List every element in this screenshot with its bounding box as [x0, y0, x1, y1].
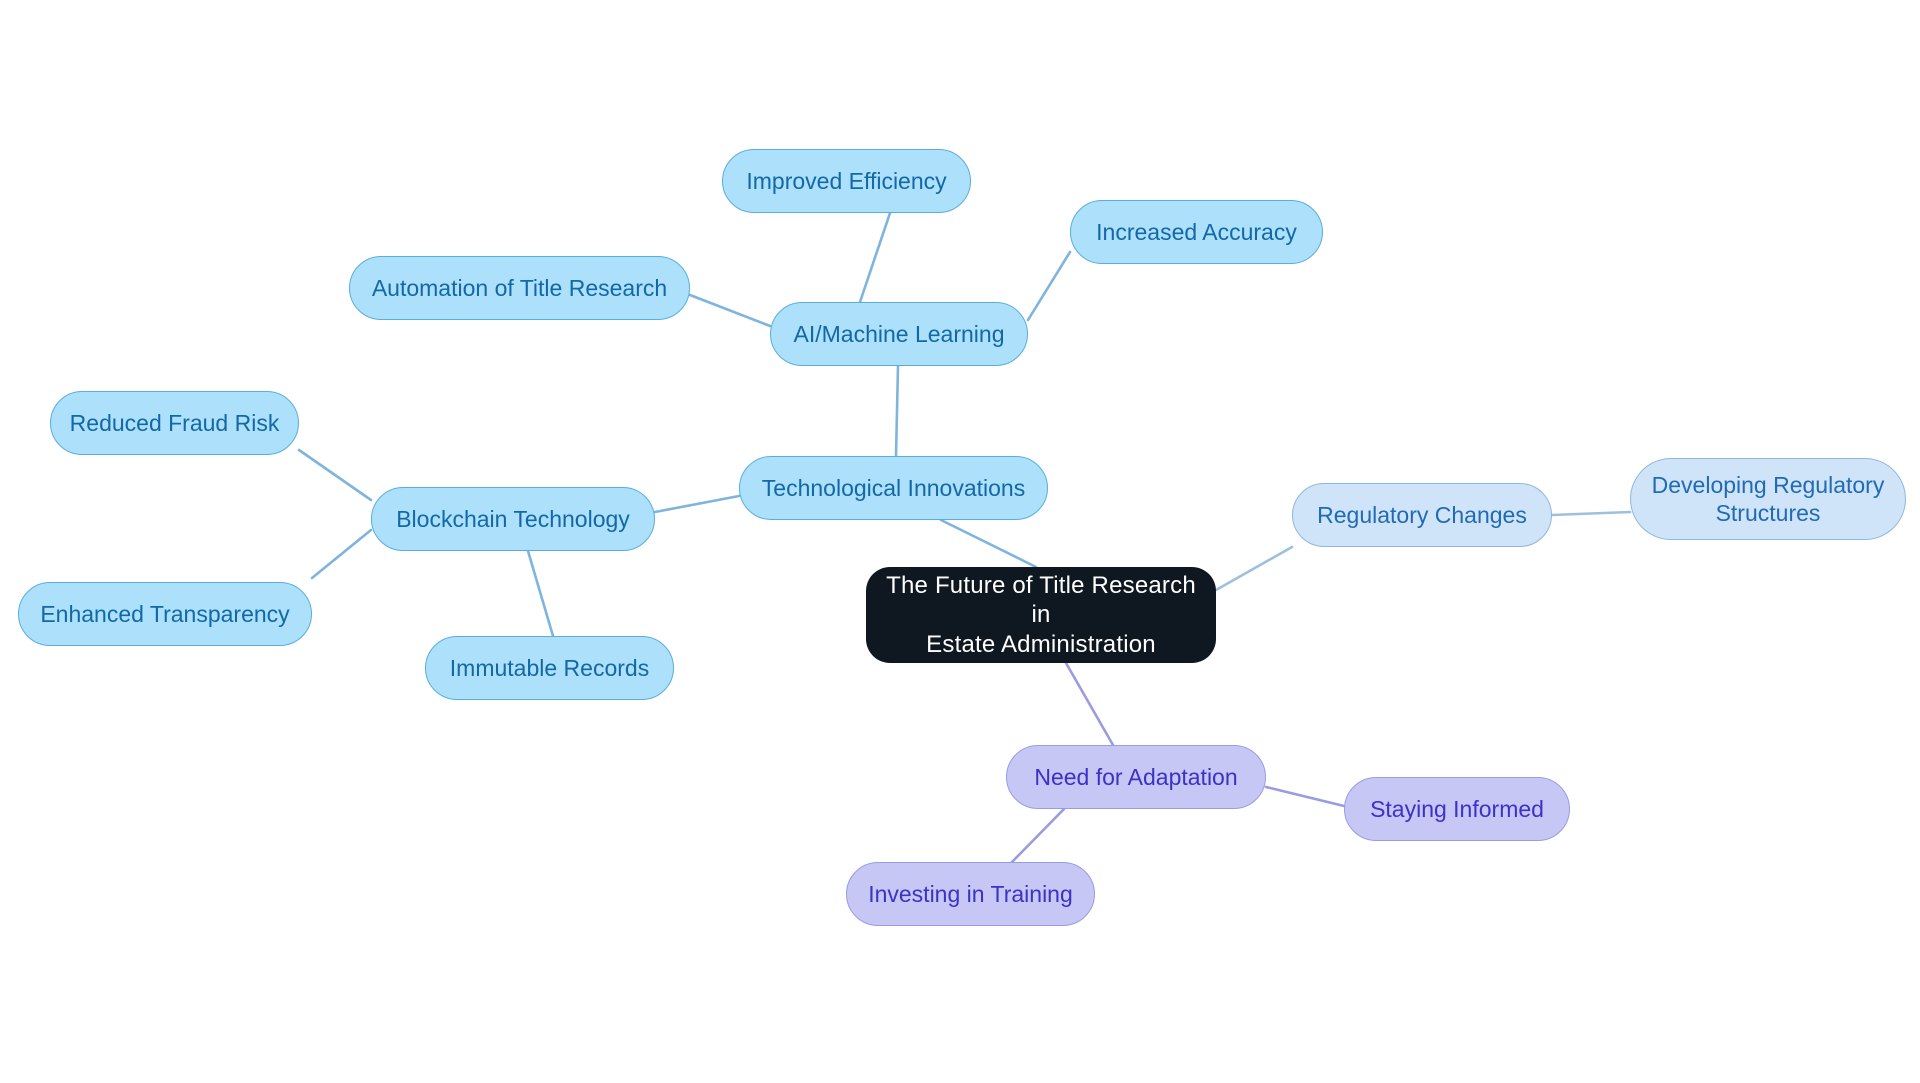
edge-aiml-to-increased_accuracy	[1026, 250, 1072, 322]
edge-root-to-tech	[939, 518, 1038, 569]
mindmap-node-enhanced-transparency[interactable]: Enhanced Transparency	[18, 582, 312, 646]
mindmap-node-blockchain[interactable]: Blockchain Technology	[371, 487, 655, 551]
edge-aiml-to-improved_efficiency	[858, 211, 892, 304]
mindmap-node-staying-informed[interactable]: Staying Informed	[1344, 777, 1570, 841]
mindmap-node-root[interactable]: The Future of Title Research in Estate A…	[866, 567, 1216, 663]
mindmap-node-improved-efficiency[interactable]: Improved Efficiency	[722, 149, 971, 213]
edge-tech-to-aiml	[894, 364, 900, 458]
edge-aiml-to-automation	[688, 293, 772, 328]
edge-root-to-regulatory	[1214, 545, 1294, 592]
mindmap-node-tech[interactable]: Technological Innovations	[739, 456, 1048, 520]
mindmap-node-immutable-records[interactable]: Immutable Records	[425, 636, 674, 700]
mindmap-node-adaptation[interactable]: Need for Adaptation	[1006, 745, 1266, 809]
edge-adaptation-to-investing_training	[1010, 807, 1066, 864]
mindmap-node-increased-accuracy[interactable]: Increased Accuracy	[1070, 200, 1323, 264]
mindmap-node-aiml[interactable]: AI/Machine Learning	[770, 302, 1028, 366]
mindmap-node-reduced-fraud[interactable]: Reduced Fraud Risk	[50, 391, 299, 455]
edge-root-to-adaptation	[1064, 661, 1115, 747]
mindmap-node-investing-training[interactable]: Investing in Training	[846, 862, 1095, 926]
edge-adaptation-to-staying_informed	[1264, 785, 1346, 808]
edge-blockchain-to-enhanced_transparency	[310, 528, 373, 580]
edge-blockchain-to-reduced_fraud	[297, 448, 373, 502]
mindmap-node-regulatory[interactable]: Regulatory Changes	[1292, 483, 1552, 547]
mindmap-node-dev-regulatory[interactable]: Developing Regulatory Structures	[1630, 458, 1906, 540]
edge-blockchain-to-immutable_records	[526, 549, 555, 638]
mindmap-canvas: The Future of Title Research in Estate A…	[0, 0, 1920, 1083]
edge-tech-to-blockchain	[653, 494, 741, 514]
mindmap-node-automation[interactable]: Automation of Title Research	[349, 256, 690, 320]
edge-regulatory-to-dev_regulatory	[1550, 510, 1632, 517]
